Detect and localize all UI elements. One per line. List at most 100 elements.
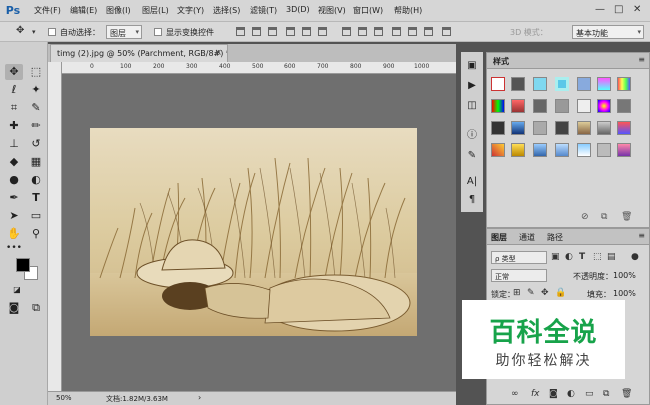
- style-swatch[interactable]: [555, 143, 569, 157]
- shape-filter-icon[interactable]: ⬚: [593, 252, 602, 262]
- new-group-icon[interactable]: ▭: [585, 389, 594, 399]
- move-tool-icon[interactable]: ✥: [5, 64, 23, 80]
- screen-mode-icon[interactable]: ⧉: [27, 300, 45, 316]
- history-brush-tool-icon[interactable]: ↺: [27, 136, 45, 152]
- style-swatch[interactable]: [597, 77, 611, 91]
- lock-position-icon[interactable]: ✥: [541, 288, 549, 298]
- brush-panel-icon[interactable]: ✎: [461, 148, 483, 164]
- info-panel-icon[interactable]: ⓘ: [461, 128, 483, 144]
- menu-help[interactable]: 帮助(H): [394, 5, 422, 16]
- style-swatch[interactable]: [577, 99, 591, 113]
- menu-select[interactable]: 选择(S): [213, 5, 240, 16]
- align-hcenter-icon[interactable]: [302, 27, 311, 36]
- style-swatch[interactable]: [491, 99, 505, 113]
- adjustment-layer-icon[interactable]: ◐: [567, 389, 575, 399]
- dodge-tool-icon[interactable]: ◐: [27, 172, 45, 188]
- lock-image-icon[interactable]: ✎: [527, 288, 535, 298]
- canvas-area[interactable]: [62, 74, 456, 391]
- zoom-level[interactable]: 50%: [56, 394, 72, 402]
- more-tools-icon[interactable]: •••: [5, 240, 23, 256]
- distribute-bottom-icon[interactable]: [374, 27, 383, 36]
- menu-edit[interactable]: 编辑(E): [70, 5, 97, 16]
- status-menu-icon[interactable]: ›: [198, 393, 201, 402]
- new-layer-icon[interactable]: ⧉: [603, 389, 609, 399]
- style-swatch[interactable]: [555, 77, 569, 91]
- align-bottom-icon[interactable]: [268, 27, 277, 36]
- style-swatch[interactable]: [511, 143, 525, 157]
- smart-object-filter-icon[interactable]: ▤: [607, 252, 616, 262]
- paragraph-panel-icon[interactable]: ¶: [461, 192, 483, 208]
- menu-view[interactable]: 视图(V): [318, 5, 346, 16]
- lock-transparent-icon[interactable]: ⊞: [513, 288, 521, 298]
- properties-panel-icon[interactable]: ◫: [461, 98, 483, 114]
- image-filter-icon[interactable]: ▣: [551, 252, 560, 262]
- add-mask-icon[interactable]: ◙: [549, 389, 558, 399]
- style-swatch[interactable]: [597, 121, 611, 135]
- rectangle-tool-icon[interactable]: ▭: [27, 208, 45, 224]
- opacity-value[interactable]: 100%: [613, 271, 636, 280]
- eraser-tool-icon[interactable]: ◆: [5, 154, 23, 170]
- move-tool-preset-icon[interactable]: ✥: [16, 25, 24, 36]
- align-vcenter-icon[interactable]: [252, 27, 261, 36]
- auto-align-icon[interactable]: [442, 27, 451, 36]
- document-image[interactable]: [90, 128, 417, 336]
- type-tool-icon[interactable]: T: [27, 190, 45, 206]
- style-swatch[interactable]: [597, 143, 611, 157]
- gradient-tool-icon[interactable]: ▦: [27, 154, 45, 170]
- close-icon[interactable]: ×: [214, 48, 222, 58]
- marquee-tool-icon[interactable]: ⬚: [27, 64, 45, 80]
- style-swatch[interactable]: [617, 99, 631, 113]
- show-transform-checkbox[interactable]: [154, 28, 162, 36]
- character-panel-icon[interactable]: A|: [461, 174, 483, 190]
- new-style-icon[interactable]: ⧉: [601, 212, 607, 222]
- history-panel-icon[interactable]: ▣: [461, 58, 483, 74]
- maximize-button[interactable]: □: [614, 4, 623, 15]
- brush-tool-icon[interactable]: ✏: [27, 118, 45, 134]
- menu-3d[interactable]: 3D(D): [286, 5, 310, 14]
- lasso-tool-icon[interactable]: ℓ: [5, 82, 23, 98]
- trash-icon[interactable]: 🗑: [621, 389, 632, 399]
- healing-brush-tool-icon[interactable]: ✚: [5, 118, 23, 134]
- align-left-icon[interactable]: [286, 27, 295, 36]
- chevron-down-icon[interactable]: ▾: [32, 28, 36, 36]
- menu-filter[interactable]: 滤镜(T): [250, 5, 277, 16]
- link-layers-icon[interactable]: ∞: [511, 389, 519, 399]
- tab-channels[interactable]: 通道: [519, 232, 535, 243]
- path-selection-tool-icon[interactable]: ➤: [5, 208, 23, 224]
- menu-layer[interactable]: 图层(L): [142, 5, 169, 16]
- auto-select-checkbox[interactable]: [48, 28, 56, 36]
- distribute-vcenter-icon[interactable]: [358, 27, 367, 36]
- style-swatch[interactable]: [555, 121, 569, 135]
- blur-tool-icon[interactable]: ●: [5, 172, 23, 188]
- style-swatch[interactable]: [533, 143, 547, 157]
- minimize-button[interactable]: —: [595, 4, 605, 15]
- zoom-tool-icon[interactable]: ⚲: [27, 226, 45, 242]
- filter-toggle-icon[interactable]: ●: [631, 252, 639, 262]
- style-swatch[interactable]: [577, 77, 591, 91]
- blend-mode-dropdown[interactable]: 正常: [491, 269, 547, 282]
- fx-icon[interactable]: fx: [531, 389, 540, 399]
- menu-window[interactable]: 窗口(W): [353, 5, 383, 16]
- auto-select-dropdown[interactable]: 图层 ▾: [106, 25, 142, 39]
- magic-wand-tool-icon[interactable]: ✦: [27, 82, 45, 98]
- actions-panel-icon[interactable]: ▶: [461, 78, 483, 94]
- style-swatch[interactable]: [617, 121, 631, 135]
- layer-filter-dropdown[interactable]: ρ 类型: [491, 251, 547, 264]
- distribute-top-icon[interactable]: [342, 27, 351, 36]
- pen-tool-icon[interactable]: ✒: [5, 190, 23, 206]
- style-swatch[interactable]: [555, 99, 569, 113]
- style-swatch[interactable]: [617, 143, 631, 157]
- menu-file[interactable]: 文件(F): [34, 5, 61, 16]
- style-swatch[interactable]: [617, 77, 631, 91]
- document-tab[interactable]: timg (2).jpg @ 50% (Parchment, RGB/8#) *…: [50, 44, 228, 62]
- style-swatch[interactable]: [533, 77, 547, 91]
- panel-menu-icon[interactable]: ≡: [638, 231, 645, 240]
- close-button[interactable]: ✕: [633, 4, 641, 15]
- style-swatch[interactable]: [511, 121, 525, 135]
- quick-mask-icon[interactable]: ◙: [5, 300, 23, 316]
- trash-icon[interactable]: 🗑: [621, 212, 632, 222]
- foreground-color-swatch[interactable]: [16, 258, 30, 272]
- adjustment-filter-icon[interactable]: ◐: [565, 252, 573, 262]
- clear-style-icon[interactable]: ⊘: [581, 212, 589, 222]
- tab-paths[interactable]: 路径: [547, 232, 563, 243]
